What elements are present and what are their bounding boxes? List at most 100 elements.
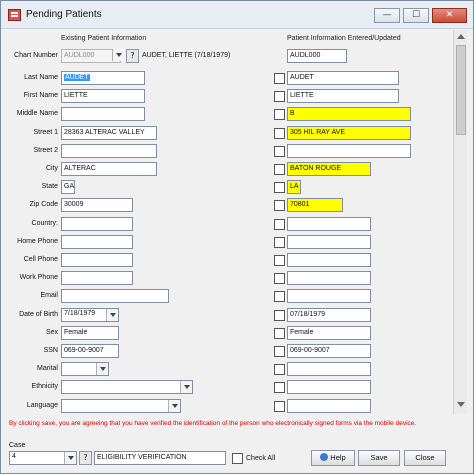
scroll-up-icon[interactable] [457,34,465,39]
cell-phone-existing-field[interactable] [61,253,133,267]
state-accept-checkbox[interactable] [274,182,285,193]
ssn-entered-field[interactable]: 069-00-9007 [287,344,371,358]
email-existing-field[interactable] [61,289,169,303]
marital-accept-checkbox[interactable] [274,364,285,375]
state-existing-field[interactable]: GA [61,180,75,194]
street-1-accept-checkbox[interactable] [274,128,285,139]
work-phone-accept-checkbox[interactable] [274,273,285,284]
chart-number-entered-field[interactable]: AUDL000 [287,49,347,63]
check-all-checkbox[interactable] [232,453,243,464]
language-label: Language [26,402,58,409]
scroll-down-icon[interactable] [457,402,465,407]
sex-existing-field[interactable]: Female [61,326,119,340]
street-1-entered-field[interactable]: 305 HIL RAY AVE [287,126,411,140]
search-patient-button[interactable]: ? [126,49,139,63]
cell-phone-entered-field[interactable] [287,253,371,267]
chart-number-dropdown[interactable] [110,49,124,63]
title-bar: Pending Patients — ☐ ✕ [1,1,473,29]
sex-entered-field[interactable]: Female [287,326,371,340]
middle-name-accept-checkbox[interactable] [274,109,285,120]
first-name-label: First Name [23,92,58,99]
date-of-birth-existing-field[interactable]: 7/18/1979 [61,308,119,322]
ssn-label: SSN [43,347,58,354]
zip-code-label: Zip Code [29,201,58,208]
home-phone-accept-checkbox[interactable] [274,237,285,248]
ethnicity-entered-field[interactable] [287,380,371,394]
zip-code-existing-field[interactable]: 30009 [61,198,133,212]
ethnicity-label: Ethnicity [31,383,58,390]
footer-panel: By clicking save, you are agreeing that … [6,415,467,470]
close-button[interactable]: Close [404,450,446,466]
ssn-accept-checkbox[interactable] [274,346,285,357]
chevron-down-icon [168,400,180,412]
check-all-label: Check All [246,455,276,462]
country-accept-checkbox[interactable] [274,219,285,230]
home-phone-existing-field[interactable] [61,235,133,249]
zip-code-accept-checkbox[interactable] [274,200,285,211]
street-1-existing-field[interactable]: 28363 ALTERAC VALLEY [61,126,157,140]
street-2-label: Street 2 [33,147,58,154]
last-name-label: Last Name [24,74,58,81]
maximize-button[interactable]: ☐ [403,8,429,23]
email-entered-field[interactable] [287,289,371,303]
case-search-button[interactable]: ? [79,451,92,465]
marital-existing-field[interactable] [61,362,109,376]
case-select[interactable]: 4 [9,451,77,465]
home-phone-entered-field[interactable] [287,235,371,249]
pending-patients-window: Pending Patients — ☐ ✕ Existing Patient … [0,0,474,474]
zip-code-entered-field[interactable]: 70801 [287,198,343,212]
last-name-accept-checkbox[interactable] [274,73,285,84]
chevron-down-icon [106,309,118,321]
language-accept-checkbox[interactable] [274,401,285,412]
first-name-accept-checkbox[interactable] [274,91,285,102]
cell-phone-accept-checkbox[interactable] [274,255,285,266]
first-name-entered-field[interactable]: LIETTE [287,89,399,103]
first-name-existing-field[interactable]: LIETTE [61,89,145,103]
city-entered-field[interactable]: BATON ROUGE [287,162,371,176]
date-of-birth-existing-value: 7/18/1979 [64,310,96,317]
street-2-accept-checkbox[interactable] [274,146,285,157]
chevron-down-icon [112,49,124,61]
case-description-field: ELIGIBILITY VERIFICATION [94,451,226,465]
vertical-scrollbar[interactable] [453,30,467,414]
city-accept-checkbox[interactable] [274,164,285,175]
ssn-existing-field[interactable]: 069-00-9007 [61,344,119,358]
chevron-down-icon [64,452,76,464]
sex-accept-checkbox[interactable] [274,328,285,339]
help-button[interactable]: Help [311,450,355,466]
language-entered-field[interactable] [287,399,371,413]
middle-name-entered-field[interactable]: B [287,107,411,121]
date-of-birth-entered-field[interactable]: 07/18/1979 [287,308,371,322]
chevron-down-icon [180,381,192,393]
patient-summary: AUDET, LIETTE (7/18/1979) [142,52,231,59]
last-name-existing-field[interactable]: AUDET [61,71,145,85]
work-phone-existing-field[interactable] [61,271,133,285]
window-title: Pending Patients [26,9,102,20]
date-of-birth-accept-checkbox[interactable] [274,310,285,321]
last-name-entered-field[interactable]: AUDET [287,71,399,85]
ethnicity-accept-checkbox[interactable] [274,382,285,393]
country-existing-field[interactable] [61,217,133,231]
marital-label: Marital [36,365,58,372]
minimize-button[interactable]: — [374,8,400,23]
date-of-birth-label: Date of Birth [19,311,58,318]
email-accept-checkbox[interactable] [274,291,285,302]
ethnicity-existing-field[interactable] [61,380,193,394]
scroll-thumb[interactable] [456,45,466,135]
street-1-label: Street 1 [33,129,58,136]
street-2-entered-field[interactable] [287,144,411,158]
state-entered-field[interactable]: LA [287,180,301,194]
street-2-existing-field[interactable] [61,144,157,158]
city-existing-field[interactable]: ALTERAC [61,162,157,176]
country-entered-field[interactable] [287,217,371,231]
middle-name-existing-field[interactable] [61,107,145,121]
sex-label: Sex [45,329,58,336]
language-existing-field[interactable] [61,399,181,413]
work-phone-entered-field[interactable] [287,271,371,285]
help-icon [320,453,329,461]
marital-entered-field[interactable] [287,362,371,376]
chart-number-label: Chart Number [14,52,58,59]
state-label: State [41,183,58,190]
close-window-button[interactable]: ✕ [432,8,467,23]
save-button[interactable]: Save [358,450,400,466]
